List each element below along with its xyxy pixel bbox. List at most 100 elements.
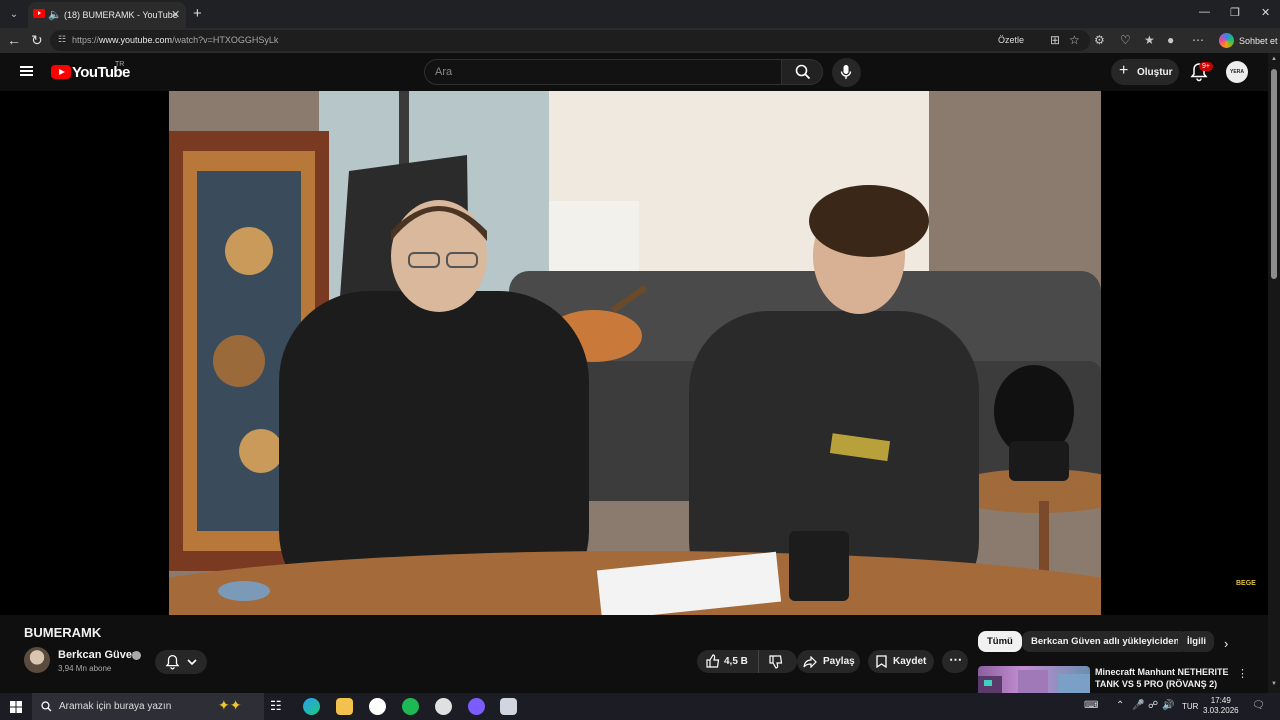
- thumbs-up-icon: [706, 654, 720, 668]
- copilot-icon: [1219, 33, 1234, 48]
- address-bar[interactable]: ☷ https://www.youtube.com/watch?v=HTXOGG…: [50, 30, 1090, 51]
- search-button[interactable]: [781, 59, 823, 85]
- subscriber-count: 3,94 Mn abone: [58, 664, 112, 673]
- keyboard-icon[interactable]: ⌨: [1084, 700, 1098, 711]
- notification-count-badge: 9+: [1199, 62, 1213, 71]
- menu-icon[interactable]: [20, 66, 33, 76]
- back-arrow-icon[interactable]: ←: [7, 32, 21, 48]
- windows-start-icon[interactable]: [10, 701, 22, 713]
- clock[interactable]: 17:49 3.03.2026: [1203, 696, 1239, 716]
- network-icon[interactable]: ☍: [1148, 700, 1158, 711]
- like-button[interactable]: 4,5 B: [697, 650, 759, 673]
- video-title: BUMERAMK: [24, 625, 102, 640]
- more-options-icon[interactable]: ⋯: [1192, 33, 1204, 47]
- save-button[interactable]: Kaydet: [868, 650, 934, 673]
- steelseries-icon[interactable]: [435, 698, 452, 715]
- page-scrollbar[interactable]: ▲ ▼: [1268, 53, 1280, 693]
- subscription-notification-button[interactable]: [155, 650, 207, 674]
- verified-check-icon: [132, 651, 141, 660]
- share-label: Paylaş: [823, 656, 855, 667]
- chevron-right-icon[interactable]: ›: [1224, 636, 1228, 651]
- notification-center-icon[interactable]: 🗨: [1252, 700, 1265, 711]
- copilot-button[interactable]: Sohbet et: [1214, 31, 1278, 50]
- edge-browser-icon[interactable]: [303, 698, 320, 715]
- volume-icon[interactable]: 🔊: [1162, 700, 1174, 711]
- youtube-header: YouTube TR Ara + Oluştur 9+ YERA: [0, 53, 1268, 91]
- scrollbar-thumb[interactable]: [1271, 69, 1277, 279]
- voice-search-button[interactable]: [832, 58, 861, 87]
- browser-tab-strip: ⌄ 🔈 (18) BUMERAMK - YouTube ✕ + — ❐ ✕: [0, 0, 1280, 28]
- youtube-logo-icon[interactable]: [51, 65, 71, 79]
- video-player[interactable]: [0, 91, 1268, 615]
- steam-icon[interactable]: [369, 698, 386, 715]
- chevron-down-icon: [187, 659, 197, 666]
- sparkle-icon: ✦✦: [218, 697, 242, 713]
- browser-tab-youtube[interactable]: 🔈 (18) BUMERAMK - YouTube ✕: [28, 2, 186, 28]
- scroll-up-icon[interactable]: ▲: [1271, 56, 1277, 62]
- search-placeholder: Ara: [435, 66, 453, 78]
- channel-avatar[interactable]: [24, 647, 50, 673]
- taskbar-search-box[interactable]: Aramak için buraya yazın ✦✦: [32, 693, 264, 720]
- video-watermark: BEGE: [1236, 580, 1256, 587]
- extensions-icon[interactable]: ⚙: [1094, 33, 1105, 47]
- country-code: TR: [115, 61, 125, 68]
- search-icon: [41, 701, 52, 712]
- save-label: Kaydet: [893, 656, 927, 667]
- close-tab-icon[interactable]: ✕: [171, 8, 180, 21]
- copilot-label: Sohbet et: [1239, 35, 1278, 46]
- favorite-star-icon[interactable]: ☆: [1069, 33, 1080, 47]
- taskbar-search-placeholder: Aramak için buraya yazın: [59, 701, 172, 712]
- window-close-icon[interactable]: ✕: [1261, 6, 1270, 19]
- chip-related[interactable]: İlgili: [1178, 631, 1214, 652]
- app-available-icon[interactable]: ⊞: [1050, 33, 1060, 47]
- youtube-favicon-icon: [33, 9, 45, 18]
- discord-icon[interactable]: [468, 698, 485, 715]
- like-count: 4,5 B: [724, 656, 748, 667]
- spotify-icon[interactable]: [402, 698, 419, 715]
- dislike-button[interactable]: [760, 650, 797, 673]
- browser-toolbar: ← ↻ ☷ https://www.youtube.com/watch?v=HT…: [0, 28, 1280, 53]
- refresh-icon[interactable]: ↻: [31, 32, 43, 49]
- microphone-icon: [840, 65, 852, 79]
- task-view-icon[interactable]: ☷: [270, 698, 287, 715]
- clock-time: 17:49: [1210, 696, 1231, 705]
- share-arrow-icon: [803, 656, 817, 668]
- file-explorer-icon[interactable]: [336, 698, 353, 715]
- more-actions-button[interactable]: ⋯: [942, 650, 968, 673]
- scroll-down-icon[interactable]: ▼: [1271, 681, 1277, 687]
- speaker-icon[interactable]: 🔈: [48, 8, 62, 21]
- account-avatar[interactable]: YERA: [1226, 61, 1248, 83]
- app-window-icon[interactable]: [500, 698, 517, 715]
- clock-date: 3.03.2026: [1203, 706, 1239, 715]
- channel-name[interactable]: Berkcan Güven: [58, 649, 139, 661]
- video-frame[interactable]: [169, 91, 1101, 615]
- url-text: https://www.youtube.com/watch?v=HTXOGGHS…: [72, 35, 279, 45]
- create-button[interactable]: + Oluştur: [1111, 59, 1179, 85]
- summarize-button[interactable]: Özetle: [998, 35, 1024, 45]
- browser-essentials-icon[interactable]: ♡: [1120, 33, 1131, 47]
- new-tab-icon[interactable]: +: [193, 5, 202, 22]
- profile-icon[interactable]: ●: [1167, 33, 1174, 47]
- tab-list-chevron-icon[interactable]: ⌄: [4, 4, 24, 24]
- chip-from-channel[interactable]: Berkcan Güven adlı yükleyiciden: [1022, 631, 1189, 652]
- site-info-icon[interactable]: ☷: [58, 34, 66, 45]
- chip-all[interactable]: Tümü: [978, 631, 1022, 652]
- more-vertical-icon[interactable]: ⋮: [1237, 667, 1248, 680]
- input-language[interactable]: TUR: [1182, 702, 1198, 711]
- minimize-icon[interactable]: —: [1199, 6, 1210, 18]
- video-scene: [169, 91, 1101, 615]
- bookmark-icon: [876, 655, 887, 668]
- plus-icon: +: [1119, 62, 1129, 79]
- share-button[interactable]: Paylaş: [797, 650, 860, 673]
- more-horizontal-icon: ⋯: [949, 652, 962, 667]
- recommendation-thumbnail[interactable]: [978, 666, 1090, 693]
- thumbs-down-icon: [769, 655, 783, 669]
- microphone-tray-icon[interactable]: 🎤: [1132, 700, 1144, 711]
- restore-icon[interactable]: ❐: [1230, 6, 1240, 19]
- search-input[interactable]: Ara: [424, 59, 782, 85]
- windows-taskbar: Aramak için buraya yazın ✦✦ ☷ ⌨ ⌃ 🎤 ☍ 🔊 …: [0, 693, 1280, 720]
- recommendation-title[interactable]: Minecraft Manhunt NETHERITE TANK VS 5 PR…: [1095, 666, 1235, 690]
- favorites-icon[interactable]: ★: [1144, 33, 1155, 47]
- tray-overflow-chevron-icon[interactable]: ⌃: [1116, 700, 1124, 711]
- search-icon: [795, 64, 811, 80]
